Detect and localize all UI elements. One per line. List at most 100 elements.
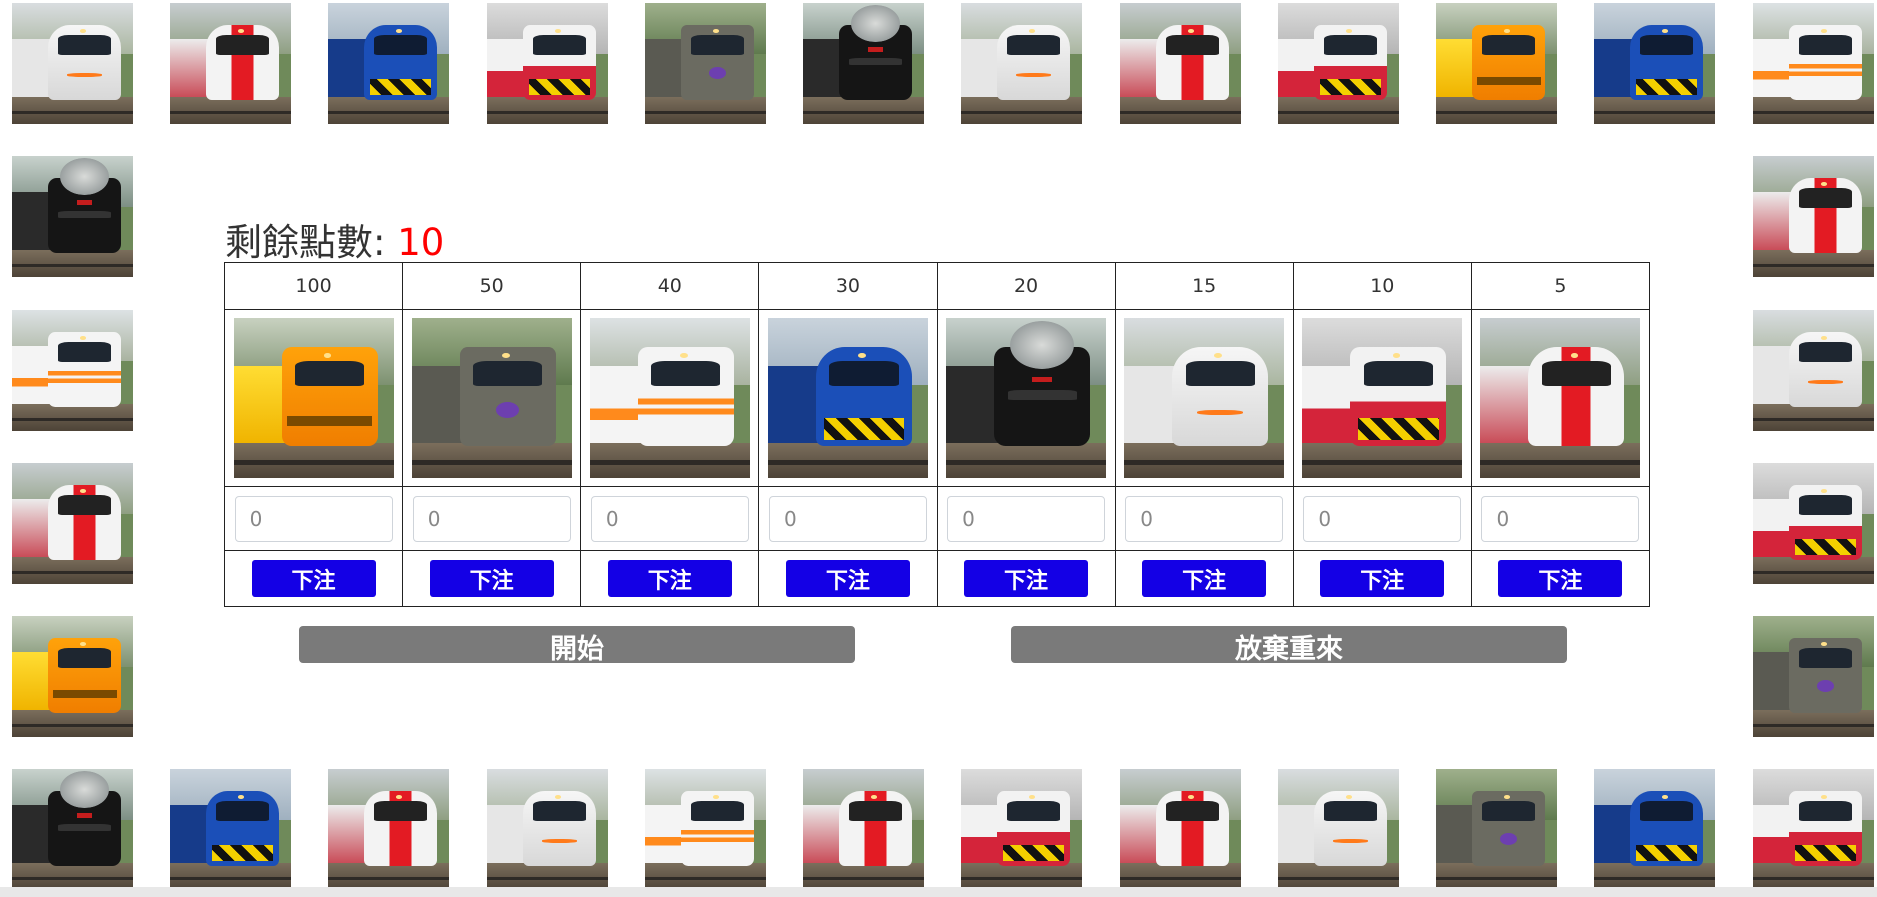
board-tile-bottom: [803, 769, 924, 890]
bet-amount-input[interactable]: [234, 495, 393, 542]
train-cell: [223, 309, 404, 487]
bet-amount-input[interactable]: [1481, 495, 1640, 542]
board-tile-bottom: [1594, 769, 1715, 890]
board-tile-left: [12, 616, 133, 737]
bet-amount-cell: [936, 486, 1116, 551]
train-steam-image: [12, 156, 133, 277]
board-tile-top: [961, 3, 1082, 124]
place-bet-button[interactable]: 下注: [1142, 560, 1267, 597]
start-button[interactable]: 開始: [299, 626, 855, 665]
train-white-image: [12, 3, 133, 124]
board-tile-top: [1120, 3, 1241, 124]
train-emu-image: [1753, 769, 1874, 890]
place-bet-button[interactable]: 下注: [429, 560, 554, 597]
board-tile-right: [1753, 310, 1874, 431]
train-white-image: [961, 3, 1082, 124]
train-photo: [1302, 318, 1463, 478]
odds-cell: 100: [223, 262, 404, 310]
bet-button-cell: 下注: [936, 550, 1116, 607]
board-tile-left: [12, 463, 133, 584]
train-steam-image: [803, 3, 924, 124]
odds-cell: 30: [758, 262, 938, 310]
bet-button-cell: 下注: [580, 550, 760, 607]
train-redwhite-image: [1480, 318, 1641, 478]
train-cell: [758, 309, 938, 487]
board-tile-bottom: [1436, 769, 1557, 890]
train-emu-image: [961, 769, 1082, 890]
bet-amount-cell: [1470, 486, 1651, 551]
board-tile-left: [12, 310, 133, 431]
odds-cell: 40: [580, 262, 760, 310]
bet-amount-cell: [580, 486, 760, 551]
bet-amount-input[interactable]: [1125, 495, 1284, 542]
odds-cell: 50: [402, 262, 582, 310]
train-stripe-image: [1753, 3, 1874, 124]
place-bet-button[interactable]: 下注: [964, 560, 1089, 597]
train-blue-image: [1594, 769, 1715, 890]
train-blue-image: [328, 3, 449, 124]
board-tile-bottom: [1278, 769, 1399, 890]
odds-cell: 20: [936, 262, 1116, 310]
board-tile-top: [487, 3, 608, 124]
place-bet-button[interactable]: 下注: [607, 560, 732, 597]
horizontal-scrollbar[interactable]: [0, 887, 1877, 897]
place-bet-button[interactable]: 下注: [785, 560, 910, 597]
bet-button-cell: 下注: [1114, 550, 1294, 607]
train-stripe-image: [12, 310, 133, 431]
train-cell: [1292, 309, 1472, 487]
train-photo: [1480, 318, 1641, 478]
bet-amount-input[interactable]: [768, 495, 927, 542]
train-redwhite-image: [803, 769, 924, 890]
train-cell: [580, 309, 760, 487]
train-grey-image: [1436, 769, 1557, 890]
odds-cell: 5: [1470, 262, 1651, 310]
bet-button-row: 下注 下注 下注 下注 下注 下注 下注 下注: [223, 550, 1651, 607]
board-tile-bottom: [170, 769, 291, 890]
train-stripe-image: [645, 769, 766, 890]
bet-amount-input[interactable]: [412, 495, 571, 542]
train-grey-image: [645, 3, 766, 124]
train-cell: [936, 309, 1116, 487]
board-tile-top: [12, 3, 133, 124]
reset-button[interactable]: 放棄重來: [1011, 626, 1567, 665]
train-orange-image: [1436, 3, 1557, 124]
bet-amount-input[interactable]: [947, 495, 1106, 542]
remaining-points-value: 10: [397, 221, 445, 264]
bet-amount-input[interactable]: [1303, 495, 1462, 542]
train-orange-image: [233, 318, 394, 478]
train-photo: [1124, 318, 1285, 478]
train-blue-image: [170, 769, 291, 890]
bet-amount-input[interactable]: [590, 495, 749, 542]
board-tile-top: [1594, 3, 1715, 124]
place-bet-button[interactable]: 下注: [251, 560, 376, 597]
place-bet-button[interactable]: 下注: [1498, 560, 1623, 597]
train-grey-image: [1753, 616, 1874, 737]
board-tile-top: [803, 3, 924, 124]
bet-amount-cell: [758, 486, 938, 551]
train-cell: [1470, 309, 1651, 487]
train-cell: [402, 309, 582, 487]
board-tile-bottom: [1120, 769, 1241, 890]
train-emu-image: [487, 3, 608, 124]
bet-button-cell: 下注: [402, 550, 582, 607]
board-tile-bottom: [328, 769, 449, 890]
train-cell: [1114, 309, 1294, 487]
place-bet-button[interactable]: 下注: [1320, 560, 1445, 597]
train-white-image: [1124, 318, 1285, 478]
odds-cell: 15: [1114, 262, 1294, 310]
train-redwhite-image: [1753, 156, 1874, 277]
train-white-image: [1278, 769, 1399, 890]
board-tile-right: [1753, 616, 1874, 737]
bet-amount-cell: [1292, 486, 1472, 551]
bet-button-cell: 下注: [1292, 550, 1472, 607]
board-tile-right: [1753, 156, 1874, 277]
board-tile-top: [328, 3, 449, 124]
train-blue-image: [1594, 3, 1715, 124]
train-photo: [233, 318, 394, 478]
remaining-points: 剩餘點數: 10: [225, 212, 444, 266]
train-redwhite-image: [1120, 3, 1241, 124]
bet-button-cell: 下注: [223, 550, 404, 607]
board-tile-bottom: [645, 769, 766, 890]
board-tile-bottom: [1753, 769, 1874, 890]
bet-button-cell: 下注: [758, 550, 938, 607]
